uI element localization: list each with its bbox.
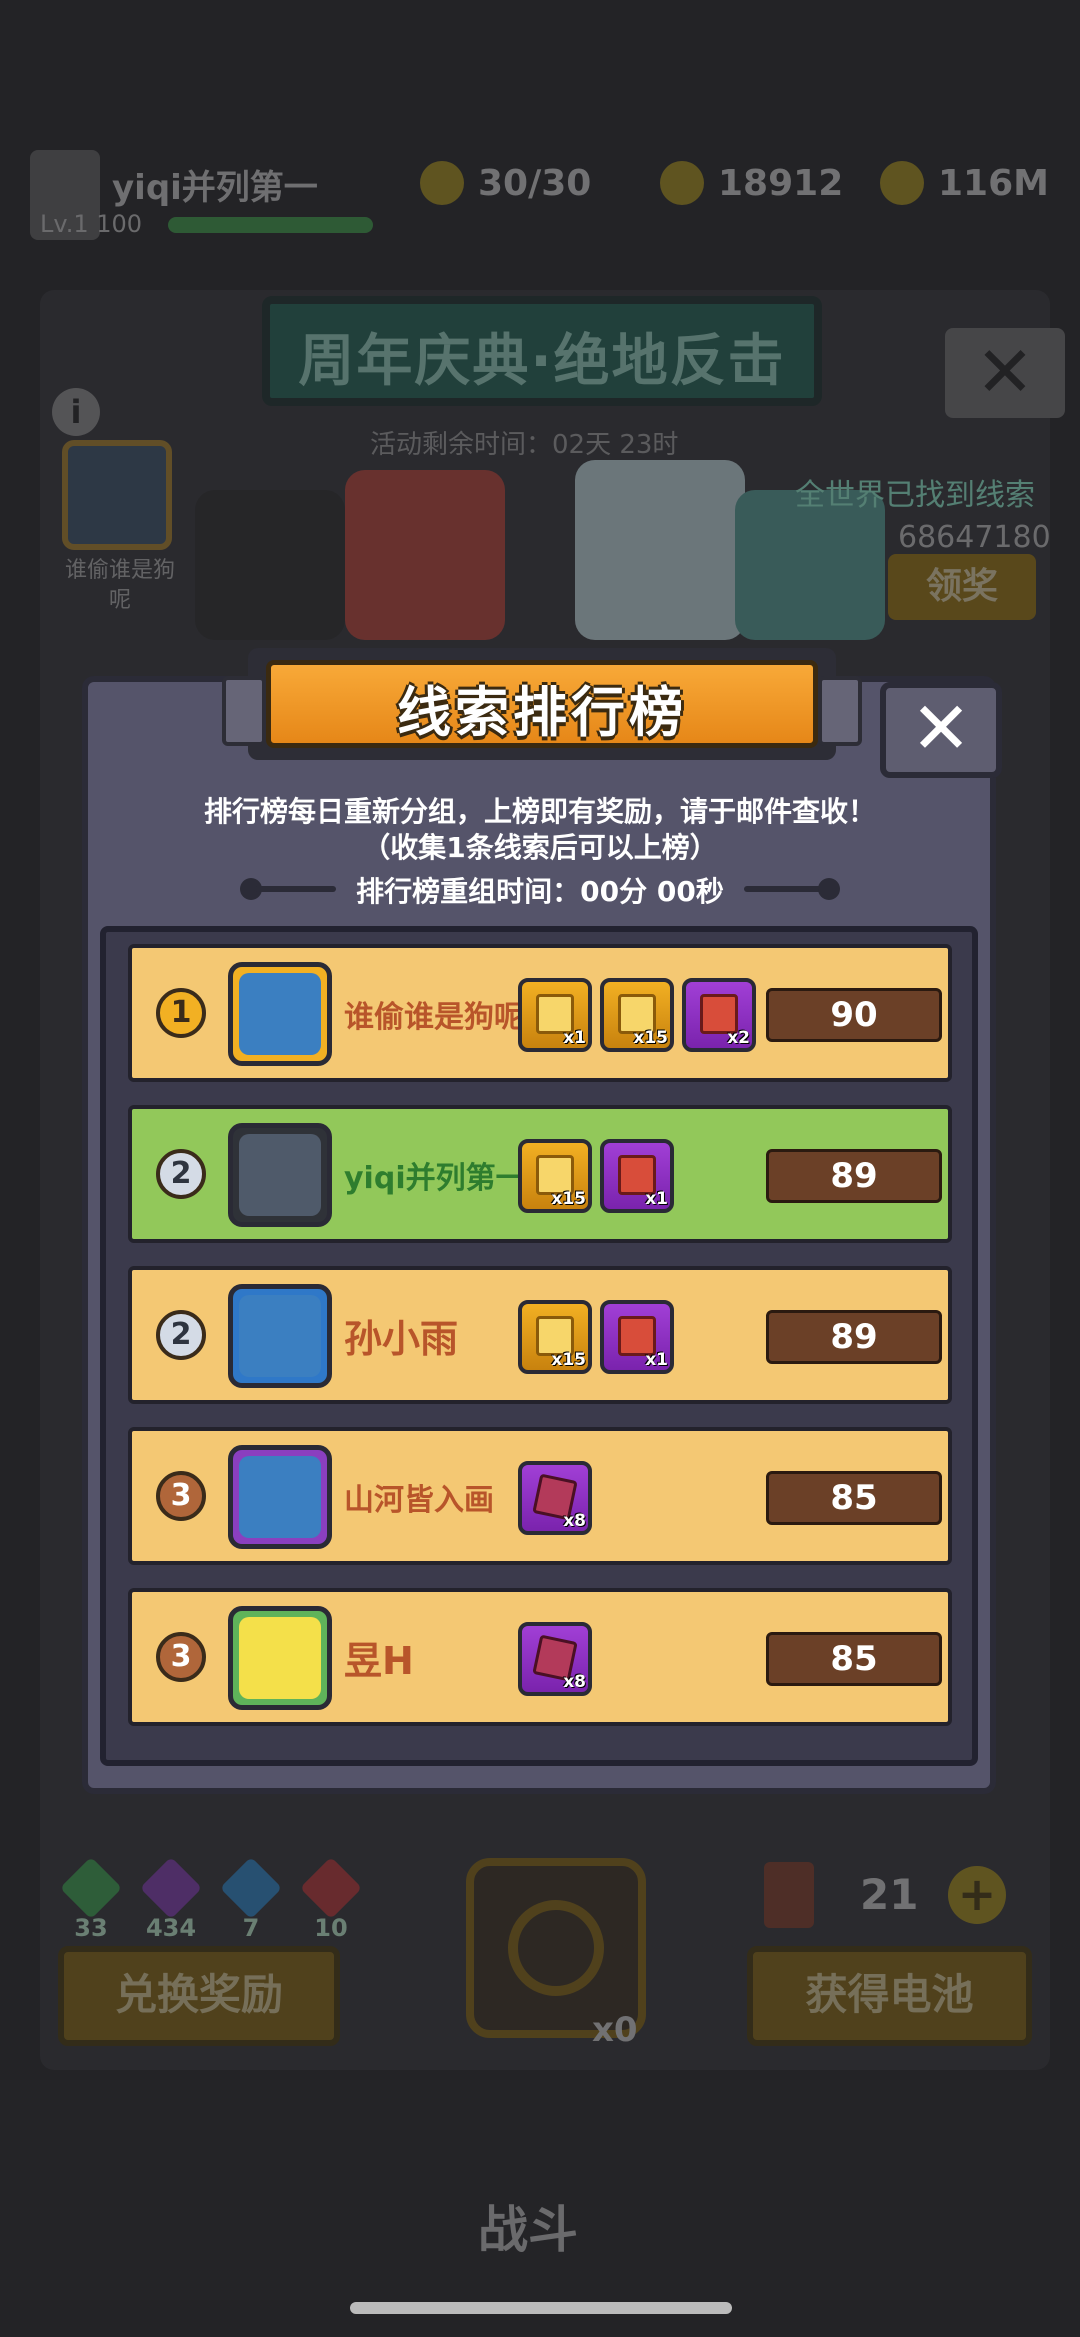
gem-green: 33 — [59, 1856, 123, 1942]
player-name: 谁偷谁是狗呢 — [344, 1000, 524, 1035]
gem-purple: 434 — [139, 1856, 203, 1942]
home-indicator[interactable] — [350, 2302, 732, 2314]
resource-energy[interactable]: 30/30 — [420, 158, 591, 208]
player-avatar[interactable] — [228, 1606, 332, 1710]
chest-reward-icon[interactable]: x15 — [518, 1300, 592, 1374]
ranking-row[interactable]: 3 昱H x8 85 — [128, 1588, 952, 1726]
avatar-image — [239, 1134, 321, 1216]
energy-icon — [420, 161, 464, 205]
player-name: yiqi并列第一 — [112, 168, 318, 208]
player-name: 孙小雨 — [344, 1317, 459, 1361]
ranking-row-self[interactable]: 2 yiqi并列第一 x15 x1 89 — [128, 1105, 952, 1243]
player-xp-bar — [168, 217, 373, 233]
avatar-image — [239, 1456, 321, 1538]
profile-label: 谁偷谁是狗呢 — [64, 558, 175, 613]
reward-list: x8 — [518, 1461, 592, 1535]
puzzle-piece-reward-icon[interactable]: x8 — [518, 1461, 592, 1535]
chest-reward-icon[interactable]: x1 — [518, 978, 592, 1052]
chest-reward-icon[interactable]: x15 — [600, 978, 674, 1052]
player-name: 昱H — [344, 1639, 414, 1683]
world-clues-value: 68647180 — [898, 520, 1051, 555]
ranking-row[interactable]: 3 山河皆入画 x8 85 — [128, 1427, 952, 1565]
rank-badge: 3 — [156, 1632, 206, 1682]
character-scientist — [575, 460, 745, 640]
exchange-rewards-button[interactable]: 兑换奖励 — [58, 1946, 340, 2046]
puzzle-piece-reward-icon[interactable]: x8 — [518, 1622, 592, 1696]
battery-count: 21 — [860, 1870, 919, 1919]
ranking-row[interactable]: 1 谁偷谁是狗呢 x1 x15 x2 90 — [128, 944, 952, 1082]
clue-score: 89 — [766, 1310, 942, 1364]
gem-red: 10 — [299, 1856, 363, 1942]
green-gem-icon — [59, 1856, 123, 1920]
clue-score: 85 — [766, 1471, 942, 1525]
rank-badge: 3 — [156, 1471, 206, 1521]
character-sunglasses — [195, 490, 345, 640]
battle-tab-label[interactable]: 战斗 — [478, 2190, 578, 2262]
resource-clue-coin[interactable]: 18912 — [660, 158, 843, 208]
lock-icon — [508, 1900, 604, 1996]
avatar-image — [239, 973, 321, 1055]
close-icon[interactable]: ✕ — [880, 682, 1002, 778]
reset-time-text: 排行榜重组时间：00分 00秒 — [356, 875, 724, 908]
profile-avatar[interactable] — [62, 440, 172, 550]
red-gem-icon — [299, 1856, 363, 1920]
character-goggles — [345, 470, 505, 640]
player-name: 山河皆入画 — [344, 1483, 494, 1518]
player-level: Lv.1 100 — [40, 210, 143, 238]
chest-reward-icon[interactable]: x15 — [518, 1139, 592, 1213]
clue-score: 89 — [766, 1149, 942, 1203]
event-close-button[interactable]: ✕ — [945, 328, 1065, 418]
player-avatar[interactable] — [228, 1284, 332, 1388]
gem-counts: 33 434 7 10 — [59, 1856, 363, 1942]
avatar-image — [239, 1617, 321, 1699]
reward-list: x15 x1 — [518, 1139, 674, 1213]
claim-button[interactable]: 领奖 — [888, 554, 1036, 620]
ranking-row[interactable]: 2 孙小雨 x15 x1 89 — [128, 1266, 952, 1404]
title-cap-right — [818, 676, 862, 746]
clue-score: 85 — [766, 1632, 942, 1686]
avatar-image — [239, 1295, 321, 1377]
info-icon[interactable]: i — [52, 388, 100, 436]
purple-gem-icon — [139, 1856, 203, 1920]
battery-icon — [764, 1862, 814, 1928]
leaderboard-notice: 排行榜每日重新分组，上榜即有奖励，请于邮件查收！ — [203, 795, 876, 828]
gold-coin-icon — [880, 161, 924, 205]
rank-badge: 1 — [156, 988, 206, 1038]
player-avatar[interactable] — [228, 1123, 332, 1227]
rank-badge: 2 — [156, 1149, 206, 1199]
modal-title: 线索排行榜 — [397, 681, 687, 744]
leaderboard-condition: （收集1条线索后可以上榜） — [362, 831, 718, 864]
reward-list: x1 x15 x2 — [518, 978, 756, 1052]
event-title: 周年庆典·绝地反击 — [298, 329, 786, 394]
player-avatar[interactable] — [228, 962, 332, 1066]
title-cap-left — [222, 676, 266, 746]
gift-box-reward-icon[interactable]: x1 — [600, 1300, 674, 1374]
rank-badge: 2 — [156, 1310, 206, 1360]
gift-box-reward-icon[interactable]: x1 — [600, 1139, 674, 1213]
clue-coin-icon — [660, 161, 704, 205]
add-battery-icon[interactable]: + — [948, 1866, 1006, 1924]
player-avatar[interactable] — [228, 1445, 332, 1549]
reset-timer: 排行榜重组时间：00分 00秒 — [240, 868, 840, 908]
reward-list: x8 — [518, 1622, 592, 1696]
gem-blue: 7 — [219, 1856, 283, 1942]
world-clues-label: 全世界已找到线索 — [795, 478, 1035, 513]
clue-score: 90 — [766, 988, 942, 1042]
lock-count: x0 — [592, 2010, 638, 2050]
gift-box-reward-icon[interactable]: x2 — [682, 978, 756, 1052]
reward-list: x15 x1 — [518, 1300, 674, 1374]
event-characters — [195, 440, 885, 640]
resource-gold[interactable]: 116M — [880, 158, 1049, 208]
blue-gem-icon — [219, 1856, 283, 1920]
get-battery-button[interactable]: 获得电池 — [747, 1946, 1032, 2046]
player-name: yiqi并列第一 — [344, 1161, 526, 1196]
